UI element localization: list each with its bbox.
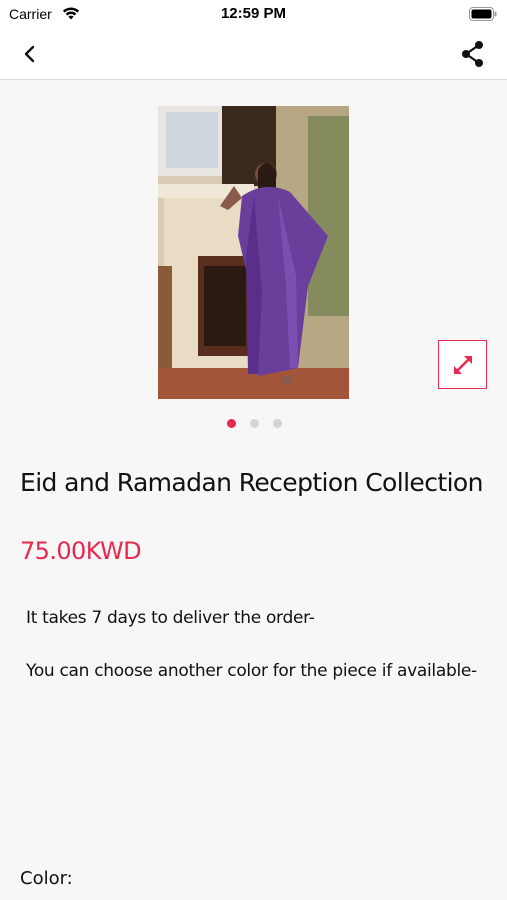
navigation-bar [0, 28, 507, 80]
battery-icon [469, 7, 497, 21]
page-dot-3[interactable] [272, 419, 282, 428]
share-button[interactable] [457, 38, 489, 70]
page-dot-2[interactable] [249, 419, 259, 428]
share-icon [462, 41, 483, 67]
product-image[interactable] [158, 106, 349, 399]
description-line: You can choose another color for the pie… [26, 661, 477, 681]
product-price: 75.00KWD [20, 537, 142, 565]
page-dot-1[interactable] [226, 419, 236, 428]
image-page-indicator[interactable] [0, 419, 507, 428]
clock: 12:59 PM [220, 5, 287, 22]
chevron-left-icon [24, 45, 35, 63]
description-line: It takes 7 days to deliver the order- [26, 608, 315, 628]
expand-image-button[interactable] [438, 340, 487, 389]
status-bar: Carrier 12:59 PM [0, 0, 507, 28]
product-photo [158, 106, 349, 399]
back-button[interactable] [14, 38, 46, 70]
expand-icon [453, 355, 472, 374]
color-label: Color: [20, 868, 73, 889]
product-title: Eid and Ramadan Reception Collection [20, 468, 483, 497]
